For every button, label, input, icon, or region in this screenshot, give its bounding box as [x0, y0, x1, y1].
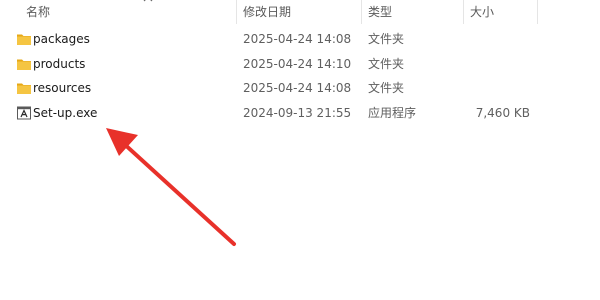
column-header-size[interactable]: 大小 [464, 0, 538, 24]
column-header-size-label: 大小 [470, 5, 495, 19]
folder-icon [17, 34, 31, 45]
column-header-bar: 名称 修改日期 类型 大小 [0, 0, 600, 24]
column-header-date-label: 修改日期 [243, 5, 292, 19]
file-size [464, 76, 530, 100]
chevron-up-icon [143, 0, 153, 2]
file-date: 2025-04-24 14:08 [243, 81, 352, 95]
file-name: resources [33, 81, 92, 95]
file-name: products [33, 56, 86, 71]
file-date: 2024-09-13 21:55 [243, 105, 352, 120]
file-name: packages [33, 32, 90, 46]
file-date: 2025-04-24 14:10 [243, 56, 352, 71]
column-header-type-label: 类型 [368, 5, 393, 19]
column-header-date[interactable]: 修改日期 [237, 0, 362, 24]
folder-icon [17, 59, 31, 70]
file-date: 2025-04-24 14:08 [243, 32, 352, 46]
file-name: Set-up.exe [33, 105, 98, 120]
file-list: packages 2025-04-24 14:08 文件夹 products 2… [0, 27, 600, 125]
file-size: 7,460 KB [475, 105, 530, 120]
file-type: 应用程序 [368, 105, 417, 120]
file-row-resources[interactable]: resources 2025-04-24 14:08 文件夹 [0, 76, 600, 101]
file-size [464, 27, 530, 51]
application-icon [17, 106, 31, 119]
file-explorer-window: 名称 修改日期 类型 大小 packages 2025-04-24 14:08 … [0, 0, 600, 300]
file-row-setup-exe[interactable]: Set-up.exe 2024-09-13 21:55 应用程序 7,460 K… [0, 101, 600, 126]
column-header-name[interactable]: 名称 [20, 0, 237, 24]
file-type: 文件夹 [368, 32, 405, 46]
column-header-type[interactable]: 类型 [362, 0, 464, 24]
column-header-name-label: 名称 [26, 5, 51, 19]
file-type: 文件夹 [368, 81, 405, 95]
file-row-packages[interactable]: packages 2025-04-24 14:08 文件夹 [0, 27, 600, 52]
folder-icon [17, 83, 31, 94]
file-type: 文件夹 [368, 56, 405, 71]
file-size [464, 52, 530, 76]
file-row-products[interactable]: products 2025-04-24 14:10 文件夹 [0, 52, 600, 77]
